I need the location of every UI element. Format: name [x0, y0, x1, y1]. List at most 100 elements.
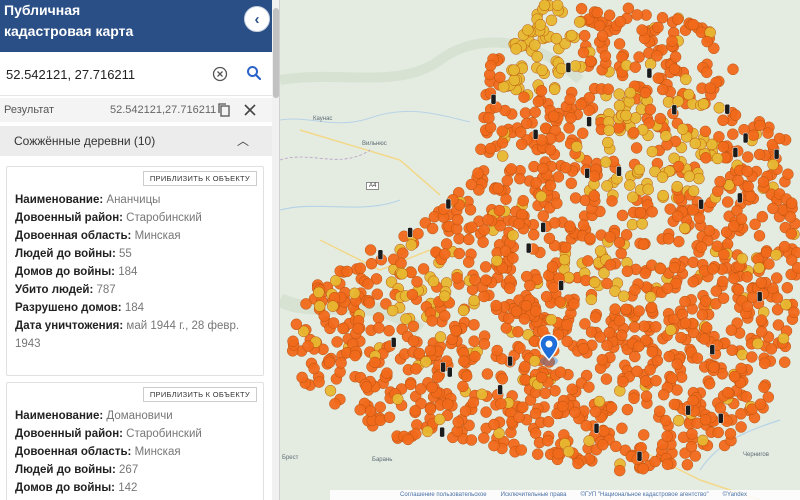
memorial-icon[interactable]: [497, 384, 503, 396]
burned-village-dot[interactable]: [585, 293, 598, 306]
burned-village-dot[interactable]: [593, 19, 606, 32]
burned-village-dot[interactable]: [577, 46, 590, 59]
burned-village-dot[interactable]: [721, 196, 734, 208]
burned-village-dot[interactable]: [549, 385, 561, 397]
burned-village-dot[interactable]: [535, 85, 548, 97]
copy-coordinates-button[interactable]: [214, 100, 234, 120]
burned-village-dot[interactable]: [718, 248, 730, 261]
burned-village-dot[interactable]: [736, 252, 748, 265]
memorial-icon[interactable]: [440, 361, 446, 373]
burned-village-dot[interactable]: [519, 373, 531, 386]
burned-village-dot[interactable]: [457, 380, 469, 393]
burned-village-dot[interactable]: [550, 32, 563, 45]
burned-village-dot[interactable]: [753, 262, 765, 274]
burned-village-dot[interactable]: [386, 304, 399, 317]
burned-village-dot[interactable]: [520, 299, 533, 312]
burned-village-dot[interactable]: [515, 138, 528, 151]
burned-village-dot[interactable]: [646, 145, 659, 158]
burned-village-dot[interactable]: [465, 434, 478, 446]
burned-village-dot[interactable]: [704, 82, 717, 94]
burned-village-dot[interactable]: [565, 29, 578, 42]
burned-village-dot[interactable]: [544, 143, 557, 156]
burned-village-dot[interactable]: [496, 137, 509, 149]
burned-village-dot[interactable]: [781, 281, 794, 294]
burned-village-dot[interactable]: [644, 103, 657, 116]
burned-village-dot[interactable]: [661, 282, 674, 295]
burned-village-dot[interactable]: [588, 190, 601, 202]
burned-village-dot[interactable]: [687, 394, 699, 407]
memorial-icon[interactable]: [532, 129, 539, 140]
burned-village-dot[interactable]: [580, 419, 592, 432]
burned-village-dot[interactable]: [363, 297, 376, 309]
location-marker-icon[interactable]: [538, 334, 560, 368]
burned-village-dot[interactable]: [555, 62, 568, 75]
burned-village-dot[interactable]: [754, 398, 767, 410]
collapse-sidebar-button[interactable]: ‹: [244, 6, 270, 32]
burned-village-dot[interactable]: [600, 373, 613, 385]
burned-village-dot[interactable]: [713, 102, 726, 114]
burned-village-dot[interactable]: [577, 219, 590, 231]
memorial-icon[interactable]: [616, 166, 622, 177]
burned-village-dot[interactable]: [729, 109, 742, 121]
burned-village-dot[interactable]: [633, 163, 646, 176]
burned-village-dot[interactable]: [675, 371, 688, 383]
memorial-icon[interactable]: [565, 62, 572, 73]
burned-village-dot[interactable]: [613, 88, 625, 100]
burned-village-dot[interactable]: [778, 356, 791, 368]
burned-village-dot[interactable]: [545, 14, 558, 27]
burned-village-dot[interactable]: [763, 258, 775, 270]
burned-village-dot[interactable]: [732, 284, 745, 296]
burned-village-dot[interactable]: [712, 426, 724, 439]
burned-village-dot[interactable]: [354, 262, 367, 275]
burned-village-dot[interactable]: [591, 6, 604, 19]
burned-village-dot[interactable]: [593, 395, 606, 408]
burned-village-dot[interactable]: [727, 128, 739, 140]
burned-village-dot[interactable]: [540, 290, 553, 303]
burned-village-dot[interactable]: [703, 377, 716, 390]
burned-village-dot[interactable]: [482, 214, 494, 226]
burned-village-dot[interactable]: [679, 295, 691, 308]
burned-village-dot[interactable]: [777, 332, 790, 345]
burned-village-dot[interactable]: [687, 185, 700, 197]
burned-village-dot[interactable]: [596, 30, 609, 42]
burned-village-dot[interactable]: [695, 241, 708, 253]
burned-village-dot[interactable]: [784, 211, 797, 223]
burned-village-dot[interactable]: [503, 282, 516, 295]
burned-village-dot[interactable]: [683, 170, 696, 183]
burned-village-dot[interactable]: [488, 439, 500, 452]
burned-village-dot[interactable]: [465, 178, 478, 191]
burned-village-dot[interactable]: [439, 248, 451, 260]
burned-village-dot[interactable]: [717, 114, 729, 127]
burned-village-dot[interactable]: [566, 383, 579, 395]
burned-village-dot[interactable]: [411, 276, 423, 288]
burned-village-dot[interactable]: [478, 432, 490, 444]
burned-village-dot[interactable]: [744, 190, 757, 203]
burned-village-dot[interactable]: [433, 413, 446, 426]
burned-village-dot[interactable]: [559, 161, 572, 174]
burned-village-dot[interactable]: [396, 268, 408, 280]
burned-village-dot[interactable]: [374, 401, 386, 413]
burned-village-dot[interactable]: [710, 285, 723, 297]
burned-village-dot[interactable]: [588, 170, 601, 182]
burned-village-dot[interactable]: [754, 119, 766, 132]
burned-village-dot[interactable]: [424, 344, 437, 357]
burned-village-dot[interactable]: [537, 162, 549, 175]
memorial-icon[interactable]: [773, 148, 780, 160]
burned-village-dot[interactable]: [496, 125, 508, 137]
memorial-icon[interactable]: [525, 242, 532, 254]
burned-village-dot[interactable]: [654, 112, 667, 125]
burned-village-dot[interactable]: [524, 279, 536, 292]
burned-village-dot[interactable]: [685, 440, 698, 453]
burned-village-dot[interactable]: [565, 177, 578, 190]
burned-village-dot[interactable]: [421, 425, 434, 438]
burned-village-dot[interactable]: [500, 322, 513, 334]
burned-village-dot[interactable]: [613, 236, 626, 249]
burned-village-dot[interactable]: [354, 404, 366, 416]
burned-village-dot[interactable]: [640, 390, 653, 403]
burned-village-dot[interactable]: [606, 195, 618, 207]
burned-village-dot[interactable]: [717, 275, 729, 288]
burned-village-dot[interactable]: [290, 318, 303, 331]
burned-village-dot[interactable]: [589, 405, 602, 418]
burned-village-dot[interactable]: [621, 403, 634, 416]
burned-village-dot[interactable]: [539, 122, 552, 134]
